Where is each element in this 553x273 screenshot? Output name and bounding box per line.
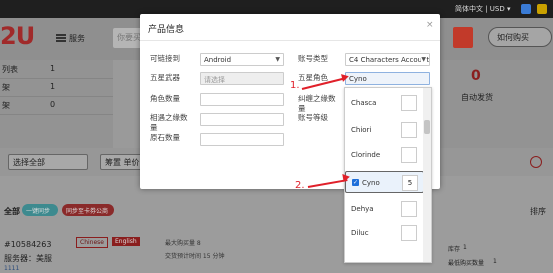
checkbox-checked-icon[interactable]: ✓	[352, 179, 359, 186]
server-label: 服务器：美服	[4, 254, 52, 263]
account-level-label: 账号等级	[298, 113, 328, 122]
stock-value: 1	[463, 244, 467, 251]
list-item[interactable]: Clorinde	[345, 144, 424, 166]
stat-row[interactable]: 架0	[0, 96, 113, 115]
select-all-dropdown[interactable]: 选择全部	[8, 154, 88, 170]
step-1-marker: 1.	[290, 80, 300, 91]
product-list: 全部 一键同步 同步至卡券公商 排序 #10584263 Chinese Eng…	[0, 176, 553, 273]
bind-select[interactable]: Android ▼	[200, 53, 284, 66]
role-count-label: 角色数量	[150, 94, 180, 103]
primogem-input[interactable]	[200, 133, 284, 146]
sort-label[interactable]: 排序	[530, 206, 546, 217]
weapon-label: 五星武器	[150, 73, 180, 82]
quantity-input[interactable]	[401, 95, 417, 111]
lang-tag-chinese[interactable]: Chinese	[76, 237, 108, 248]
fate-label: 相遇之缘数量	[150, 113, 188, 132]
order-id: #10584263	[4, 240, 52, 249]
list-item[interactable]: Chasca	[345, 92, 424, 114]
account-type-select[interactable]: C4 Characters Account ▼	[345, 53, 430, 66]
lang-tag-english[interactable]: English	[112, 237, 140, 246]
close-icon[interactable]: ×	[426, 20, 434, 30]
role-count-input[interactable]	[200, 93, 284, 106]
step-2-marker: 2.	[295, 180, 305, 191]
auto-ship-count: 0	[471, 68, 481, 84]
five-star-select[interactable]: Cyno	[345, 72, 430, 85]
stock-label: 库存	[448, 246, 461, 253]
message-icon[interactable]	[521, 4, 531, 14]
quantity-input[interactable]	[401, 225, 417, 241]
radio-option[interactable]	[530, 156, 542, 168]
sync-tag[interactable]: 一键同步	[22, 204, 58, 216]
notification-icon[interactable]	[537, 4, 547, 14]
arrow-head-icon	[342, 172, 351, 182]
language-currency-selector[interactable]: 简体中文 | USD ▾	[455, 4, 511, 14]
chevron-down-icon: ▼	[421, 56, 426, 63]
list-item[interactable]: Dehya	[345, 198, 424, 220]
quantity-input[interactable]: 5	[402, 175, 418, 191]
fate-input[interactable]	[200, 113, 284, 126]
count-label: 1111	[4, 265, 20, 272]
stat-row[interactable]: 列表 1	[0, 60, 113, 79]
list-item[interactable]: Diluc	[345, 222, 424, 244]
list-item[interactable]: Chiori	[345, 119, 424, 141]
site-logo[interactable]: 2U	[0, 22, 35, 50]
services-menu[interactable]: 服务	[69, 33, 85, 44]
list-item-selected[interactable]: ✓ Cyno 5	[345, 171, 424, 193]
modal-divider	[140, 40, 440, 41]
search-button[interactable]	[453, 27, 473, 48]
min-buy-value: 1	[493, 258, 497, 265]
primogem-label: 原石数量	[150, 133, 180, 142]
max-buy-label: 最大购买量 8	[165, 240, 201, 247]
weapon-select[interactable]: 请选择	[200, 72, 284, 85]
all-filter-label[interactable]: 全部	[4, 206, 20, 217]
intertwined-label: 纠缠之缘数量	[298, 94, 336, 113]
scrollbar-thumb[interactable]	[424, 120, 430, 134]
auto-ship-label: 自动发货	[461, 93, 493, 102]
chevron-down-icon: ▼	[275, 56, 280, 63]
bind-label: 可链接到	[150, 54, 180, 63]
menu-icon[interactable]	[56, 34, 66, 42]
quantity-input[interactable]	[401, 122, 417, 138]
modal-title: 产品信息	[148, 25, 185, 35]
sync-coupon-tag[interactable]: 同步至卡券公商	[62, 204, 114, 216]
account-type-label: 账号类型	[298, 54, 328, 63]
quantity-input[interactable]	[401, 147, 417, 163]
dropdown-scrollbar[interactable]	[423, 88, 431, 262]
min-buy-label: 最低购买数量	[448, 260, 485, 267]
how-to-buy-button[interactable]: 如何购买	[488, 27, 552, 47]
stat-row[interactable]: 架1	[0, 78, 113, 97]
quantity-input[interactable]	[401, 201, 417, 217]
character-dropdown-list: Chasca Chiori Clorinde ✓ Cyno 5 Dehya Di…	[344, 87, 432, 263]
delivery-time-label: 交货预计时间 15 分钟	[165, 253, 225, 260]
